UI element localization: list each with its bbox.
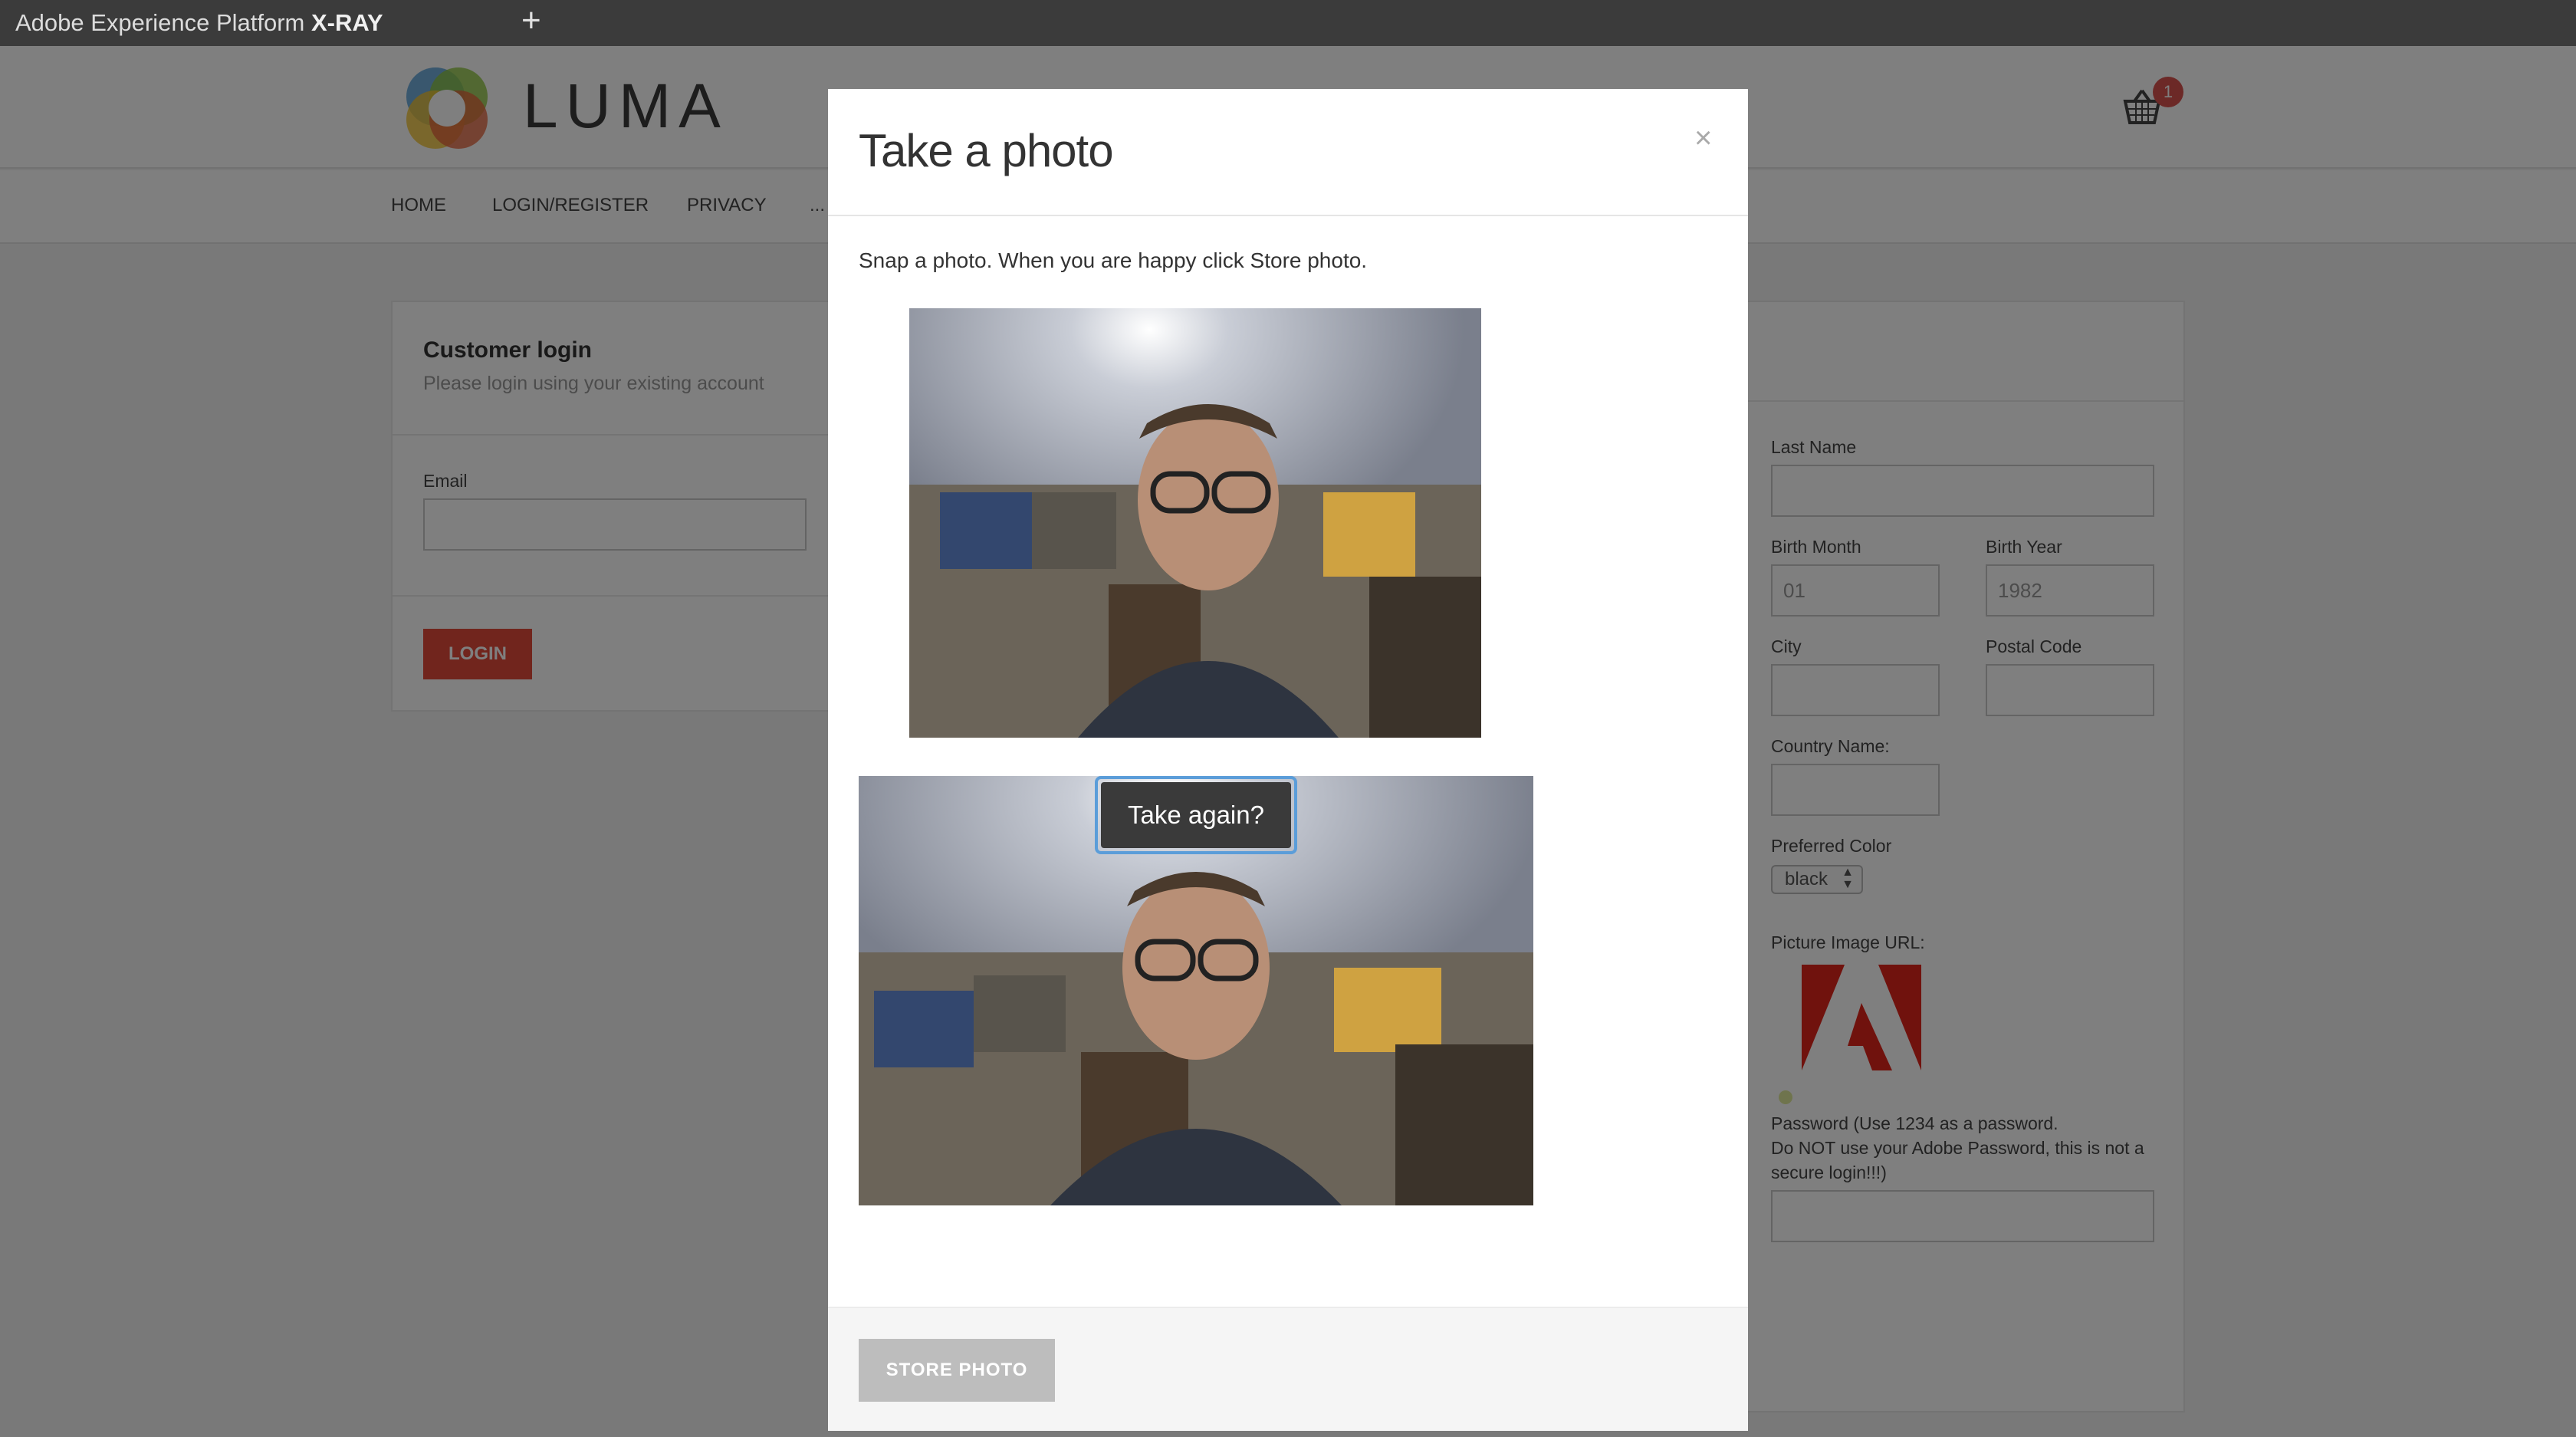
take-photo-modal: Take a photo × Snap a photo. When you ar… (828, 89, 1748, 1431)
store-photo-button[interactable]: STORE PHOTO (859, 1339, 1055, 1402)
close-icon[interactable]: × (1694, 121, 1712, 156)
take-again-button[interactable]: Take again? (1095, 776, 1297, 854)
brand-suffix: X-RAY (311, 9, 383, 36)
divider (828, 215, 1748, 216)
modal-title: Take a photo (859, 125, 1114, 176)
new-tab-button[interactable]: + (521, 2, 541, 40)
app-topbar: Adobe Experience Platform X-RAY + (0, 0, 2576, 46)
camera-preview (909, 308, 1481, 738)
modal-instruction: Snap a photo. When you are happy click S… (859, 248, 1368, 272)
app-brand: Adobe Experience Platform X-RAY (15, 9, 383, 37)
take-again-label: Take again? (1101, 782, 1291, 848)
modal-footer: STORE PHOTO (828, 1307, 1748, 1431)
brand-prefix: Adobe Experience Platform (15, 9, 305, 36)
